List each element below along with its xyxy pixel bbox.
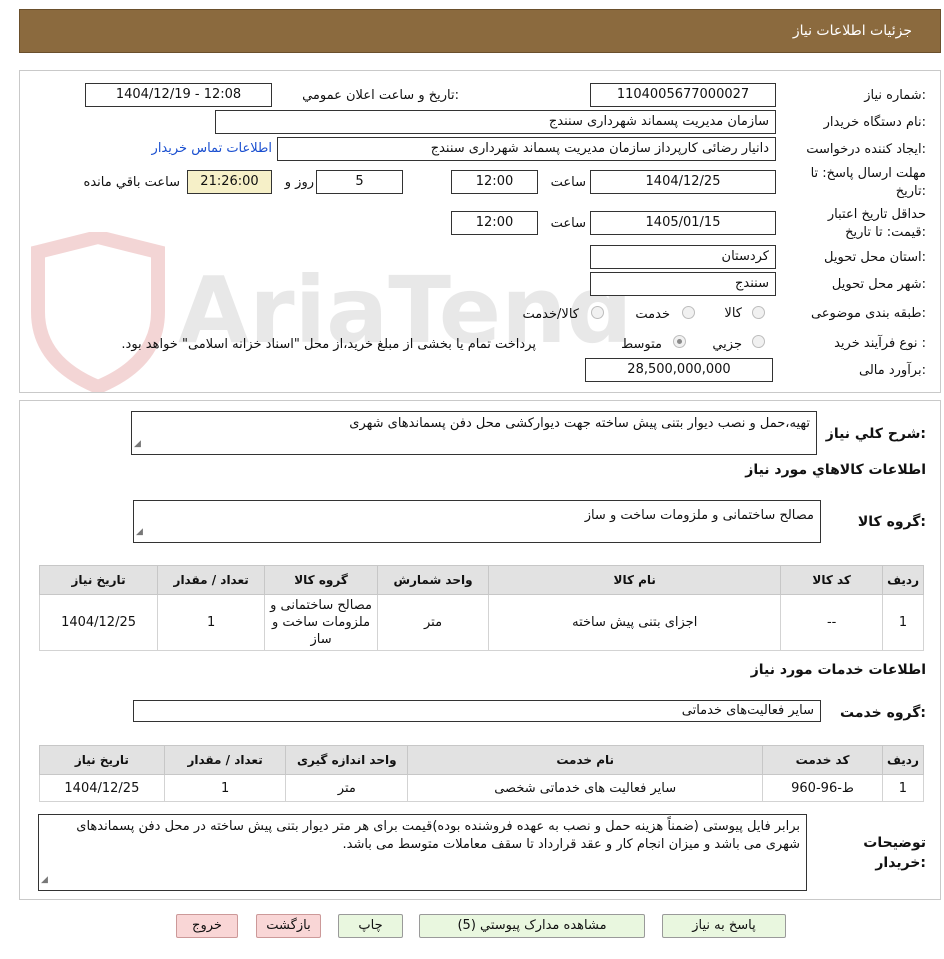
buyer-org-label: نام دستگاه خریدار: — [823, 115, 926, 130]
back-button[interactable]: بازگشت — [256, 914, 321, 938]
budget-label: برآورد مالی: — [859, 363, 926, 378]
process-minor-radio[interactable] — [752, 335, 765, 348]
goods-col-qty: تعداد / مقدار — [157, 565, 266, 595]
goods-col-unit: واحد شمارش — [376, 565, 490, 595]
services-group-field: سایر فعالیت‌های خدماتی — [133, 700, 821, 722]
budget-field: 28,500,000,000 — [585, 358, 773, 382]
buyer-notes-label: توضیحات خریدار: — [863, 835, 926, 871]
view-attachments-button[interactable]: مشاهده مدارک پیوستي (5) — [419, 914, 645, 938]
services-col-unit: واحد اندازه گیری — [285, 745, 409, 775]
days-label: روز و — [284, 175, 314, 190]
goods-table-header: ردیف کد کالا نام کالا واحد شمارش گروه کا… — [38, 565, 924, 595]
goods-cell-name: اجزای بتنی پیش ساخته — [488, 594, 782, 651]
requester-field: دانیار رضائی کارپرداز سازمان مدیریت پسما… — [277, 137, 776, 161]
goods-col-date: تاریخ نیاز — [38, 565, 159, 595]
summary-text: تهیه،حمل و نصب دیوار بتنی پیش ساخته جهت … — [349, 416, 810, 431]
goods-cell-qty: 1 — [157, 594, 266, 651]
page-title: جزئیات اطلاعات نیاز — [792, 23, 912, 39]
services-cell-unit: متر — [285, 774, 409, 802]
province-field: کردستان — [590, 245, 776, 269]
category-goods-label: کالا — [724, 306, 742, 321]
remaining-time-field: 21:26:00 — [187, 170, 272, 194]
category-goods-service-radio[interactable] — [591, 306, 604, 319]
resize-grip-icon: ◢ — [134, 439, 141, 449]
services-col-name: نام خدمت — [407, 745, 764, 775]
goods-group-label: گروه کالا: — [857, 514, 926, 530]
validity-time-label: ساعت — [550, 216, 586, 231]
remaining-time-label: ساعت باقي مانده — [83, 175, 180, 190]
services-cell-name: سایر فعالیت های خدماتی شخصی — [407, 774, 764, 802]
table-row: 1 ط-96-960 سایر فعالیت های خدماتی شخصی م… — [39, 774, 925, 802]
validity-label: حداقل تاریخ اعتبار قیمت: تا تاریخ: — [827, 207, 926, 240]
services-col-qty: تعداد / مقدار — [163, 745, 287, 775]
resize-grip-icon: ◢ — [41, 875, 48, 885]
goods-group-text: مصالح ساختمانی و ملزومات ساخت و ساز — [584, 508, 814, 523]
category-service-radio[interactable] — [682, 306, 695, 319]
goods-col-group: گروه کالا — [264, 565, 378, 595]
resize-grip-icon: ◢ — [136, 527, 143, 537]
services-col-date: تاریخ نیاز — [39, 745, 165, 775]
services-group-label: گروه خدمت: — [840, 705, 926, 721]
process-minor-label: جزیي — [712, 337, 742, 352]
city-field: سنندج — [590, 272, 776, 296]
deadline-time-label: ساعت — [550, 175, 586, 190]
reply-button[interactable]: پاسخ به نیاز — [662, 914, 786, 938]
goods-group-textarea[interactable]: مصالح ساختمانی و ملزومات ساخت و ساز ◢ — [133, 500, 821, 543]
deadline-time-field: 12:00 — [451, 170, 538, 194]
validity-time-field: 12:00 — [451, 211, 538, 235]
table-row: 1 -- اجزای بتنی پیش ساخته متر مصالح ساخت… — [38, 594, 924, 651]
buyer-org-field: سازمان مدیریت پسماند شهرداری سنندج — [215, 110, 776, 134]
summary-label: شرح کلي نیاز: — [825, 426, 926, 442]
goods-cell-code: -- — [780, 594, 884, 651]
goods-col-row: ردیف — [882, 565, 924, 595]
category-service-label: خدمت — [635, 307, 670, 322]
days-remaining-field: 5 — [316, 170, 403, 194]
print-button[interactable]: چاپ — [338, 914, 403, 938]
province-label: استان محل تحویل: — [824, 250, 926, 265]
process-medium-radio[interactable] — [673, 335, 686, 348]
process-label: نوع فرآیند خرید : — [834, 336, 926, 351]
validity-date-field: 1405/01/15 — [590, 211, 776, 235]
announce-label: تاریخ و ساعت اعلان عمومي: — [302, 88, 459, 103]
goods-cell-date: 1404/12/25 — [38, 594, 159, 651]
services-section-title: اطلاعات خدمات مورد نیاز — [750, 662, 926, 678]
process-medium-label: متوسط — [621, 337, 662, 352]
goods-cell-unit: متر — [376, 594, 490, 651]
buyer-notes-textarea[interactable]: برابر فایل پیوستی (ضمناً هزینه حمل و نصب… — [38, 814, 807, 891]
process-note: پرداخت تمام یا بخشی از مبلغ خرید،از محل … — [121, 337, 536, 352]
services-cell-row: 1 — [881, 774, 925, 802]
summary-textarea[interactable]: تهیه،حمل و نصب دیوار بتنی پیش ساخته جهت … — [131, 411, 817, 455]
services-cell-qty: 1 — [163, 774, 287, 802]
goods-cell-group: مصالح ساختمانی و ملزومات ساخت و ساز — [264, 594, 378, 651]
category-label: طبقه بندی موضوعی: — [810, 306, 926, 321]
buyer-notes-text: برابر فایل پیوستی (ضمناً هزینه حمل و نصب… — [76, 819, 800, 852]
services-table: ردیف کد خدمت نام خدمت واحد اندازه گیری ت… — [39, 745, 925, 802]
announce-datetime-field: 1404/12/19 - 12:08 — [85, 83, 272, 107]
goods-col-name: نام کالا — [488, 565, 782, 595]
category-goods-service-label: کالا/خدمت — [522, 307, 579, 322]
goods-table: ردیف کد کالا نام کالا واحد شمارش گروه کا… — [38, 565, 924, 651]
buyer-contact-link[interactable]: اطلاعات تماس خریدار — [152, 141, 272, 156]
services-table-header: ردیف کد خدمت نام خدمت واحد اندازه گیری ت… — [39, 745, 925, 775]
goods-section-title: اطلاعات کالاهاي مورد نیاز — [745, 462, 926, 478]
deadline-date-field: 1404/12/25 — [590, 170, 776, 194]
services-col-code: کد خدمت — [762, 745, 883, 775]
need-number-label: شماره نیاز: — [864, 88, 926, 103]
goods-col-code: کد کالا — [780, 565, 884, 595]
deadline-label: مهلت ارسال پاسخ: تا تاریخ: — [810, 166, 926, 199]
services-cell-code: ط-96-960 — [762, 774, 883, 802]
services-col-row: ردیف — [881, 745, 925, 775]
services-cell-date: 1404/12/25 — [39, 774, 165, 802]
page-header: جزئیات اطلاعات نیاز — [19, 9, 941, 53]
need-number-field: 1104005677000027 — [590, 83, 776, 107]
goods-cell-row: 1 — [882, 594, 924, 651]
exit-button[interactable]: خروج — [176, 914, 238, 938]
category-goods-radio[interactable] — [752, 306, 765, 319]
requester-label: ایجاد کننده درخواست: — [806, 142, 926, 157]
city-label: شهر محل تحویل: — [831, 277, 926, 292]
